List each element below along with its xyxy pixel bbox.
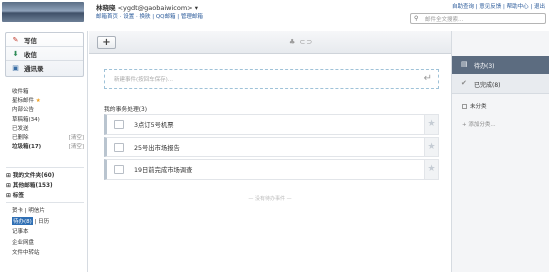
divider: [6, 202, 84, 203]
add-category-link[interactable]: + 添加分类...: [462, 120, 496, 128]
right-panel: ▤ 待办(3) ✔ 已完成(8) 未分类 + 添加分类...: [451, 31, 549, 272]
divider: [6, 167, 84, 168]
clear-deleted-link[interactable]: [清空]: [69, 133, 84, 141]
pending-filter[interactable]: ▤ 待办(3): [452, 56, 549, 74]
category-box-icon: [462, 104, 467, 109]
task-text: 19日前完成市场调查: [134, 167, 193, 174]
toolbar-icons: ♣ ⊂⊃: [289, 38, 314, 46]
file-transfer-link[interactable]: 文件中转站: [12, 248, 86, 259]
user-info: 林晓晓 <ygdt@gaobaiwicom> ▾: [96, 2, 198, 12]
search-icon[interactable]: ⚲: [414, 15, 418, 22]
sidebar: ✎ 写信 ⬇ 收信 ▣ 通讯录 收件箱 星标邮件 ★ 内部公告 草稿箱(34) …: [0, 31, 88, 272]
done-filter[interactable]: ✔ 已完成(8): [452, 74, 549, 94]
dropdown-icon[interactable]: ▾: [195, 4, 198, 12]
pending-label: 待办(3): [474, 63, 495, 70]
todo-main: 新建事件(按回车保存)... ↵ 我的事务处理(3) 3点订5号机票 ★ 25号…: [89, 54, 451, 272]
pencil-icon: ✎: [12, 35, 19, 44]
list-icon: ▤: [461, 60, 468, 68]
todo-calendar-links: 待办(8) | 日历: [12, 216, 86, 228]
new-task-input[interactable]: 新建事件(按回车保存)... ↵: [104, 69, 439, 89]
inbox-icon: ⬇: [12, 49, 19, 58]
done-label: 已完成(8): [474, 82, 501, 89]
star-icon[interactable]: ★: [424, 160, 438, 179]
task-item[interactable]: 25号出市场报告 ★: [104, 136, 439, 157]
folder-announcements[interactable]: 内部公告: [12, 105, 86, 114]
user-name: 林晓晓: [96, 4, 116, 12]
task-checkbox[interactable]: [114, 165, 124, 174]
bottom-links: 贺卡 | 明信片 待办(8) | 日历 记事本 企业网盘 文件中转站: [12, 206, 86, 259]
tags-group[interactable]: ⊞ 标签: [6, 190, 24, 199]
section-title: 我的事务处理(3): [104, 107, 147, 113]
star-icon[interactable]: ★: [424, 137, 438, 156]
todo-link[interactable]: 待办(8): [12, 216, 33, 225]
contacts-icon: ▣: [12, 64, 19, 72]
new-task-placeholder: 新建事件(按回车保存)...: [114, 77, 174, 83]
folder-starred[interactable]: 星标邮件 ★: [12, 96, 86, 105]
todo-toolbar: + ♣ ⊂⊃: [89, 31, 451, 54]
notebook-link[interactable]: 记事本: [12, 227, 86, 238]
compose-button[interactable]: ✎ 写信: [6, 33, 83, 47]
task-item[interactable]: 19日前完成市场调查 ★: [104, 159, 439, 180]
task-item[interactable]: 3点订5号机票 ★: [104, 114, 439, 135]
receive-label: 收信: [24, 50, 37, 59]
receive-button[interactable]: ⬇ 收信: [6, 47, 83, 61]
folder-list: 收件箱 星标邮件 ★ 内部公告 草稿箱(34) 已发送 已删除 [清空] 垃圾箱(…: [12, 87, 86, 151]
folder-drafts[interactable]: 草稿箱(34): [12, 115, 86, 124]
folder-sent[interactable]: 已发送: [12, 124, 86, 133]
contacts-label: 通讯录: [24, 65, 44, 73]
company-logo: [2, 2, 84, 22]
search-placeholder: 邮件全文搜索...: [425, 17, 464, 23]
enter-icon[interactable]: ↵: [424, 73, 432, 84]
uncategorized-item[interactable]: 未分类: [462, 102, 487, 110]
header: 林晓晓 <ygdt@gaobaiwicom> ▾ 邮箱首页 · 设置 · 换肤 …: [0, 0, 549, 31]
folder-spam[interactable]: 垃圾箱(17) [清空]: [12, 142, 86, 151]
footer-note: — 没有待办事件 —: [248, 196, 292, 202]
calendar-link[interactable]: | 日历: [33, 219, 50, 225]
task-text: 25号出市场报告: [134, 144, 180, 152]
quick-actions: ✎ 写信 ⬇ 收信 ▣ 通讯录: [5, 32, 84, 77]
add-task-button[interactable]: +: [97, 36, 116, 49]
compose-label: 写信: [24, 36, 37, 45]
star-icon[interactable]: ★: [424, 115, 438, 134]
contacts-button[interactable]: ▣ 通讯录: [6, 61, 83, 75]
folder-inbox[interactable]: 收件箱: [12, 87, 86, 96]
user-nav-links[interactable]: 邮箱首页 · 设置 · 换肤 | QQ邮箱 | 管理邮箱: [96, 12, 203, 20]
check-icon: ✔: [461, 79, 467, 87]
netdisk-link[interactable]: 企业网盘: [12, 238, 86, 249]
search-input[interactable]: ⚲ 邮件全文搜索...: [410, 13, 546, 24]
task-text: 3点订5号机票: [134, 122, 174, 129]
task-list: 3点订5号机票 ★ 25号出市场报告 ★ 19日前完成市场调查 ★: [104, 114, 439, 182]
task-checkbox[interactable]: [114, 120, 124, 129]
folder-deleted[interactable]: 已删除 [清空]: [12, 133, 86, 142]
top-links[interactable]: 自助查询 | 意见反馈 | 帮助中心 | 退出: [452, 2, 545, 10]
other-mailboxes-group[interactable]: ⊞ 其他邮箱(153): [6, 180, 53, 189]
clear-spam-link[interactable]: [清空]: [69, 142, 84, 150]
my-folders-group[interactable]: ⊞ 我的文件夹(60): [6, 170, 54, 179]
cards-links[interactable]: 贺卡 | 明信片: [12, 206, 86, 217]
star-icon: ★: [35, 98, 41, 105]
user-email: <ygdt@gaobaiwicom>: [117, 4, 193, 12]
task-checkbox[interactable]: [114, 142, 124, 152]
